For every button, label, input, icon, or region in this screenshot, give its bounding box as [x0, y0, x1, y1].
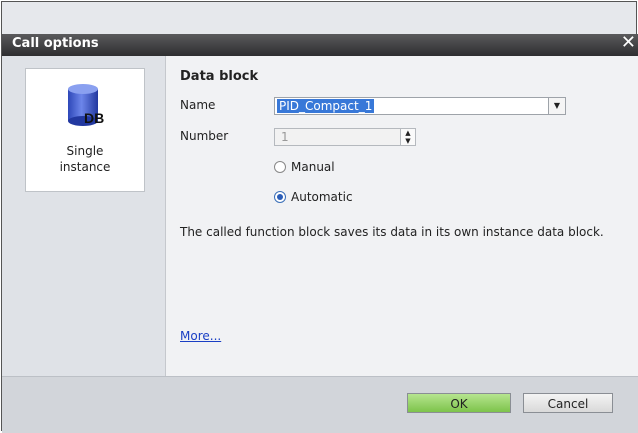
- name-label: Name: [180, 98, 216, 112]
- call-type-pane: DB Single instance: [2, 56, 166, 376]
- dialog-footer: OK Cancel: [2, 376, 638, 433]
- cancel-button[interactable]: Cancel: [523, 393, 613, 413]
- dialog-title: Call options: [12, 36, 99, 51]
- more-link[interactable]: More...: [180, 329, 221, 343]
- dialog-frame: Call options ✕ DB Single instance Data b…: [1, 1, 638, 433]
- radio-automatic[interactable]: Automatic: [274, 190, 353, 204]
- tile-label-line2: instance: [59, 160, 111, 174]
- radio-automatic-circle[interactable]: [274, 191, 286, 203]
- db-icon-text: DB: [84, 110, 104, 126]
- ok-button[interactable]: OK: [407, 393, 511, 413]
- tile-label: Single instance: [26, 143, 144, 175]
- name-combobox[interactable]: PID_Compact_1 ▼: [274, 97, 566, 115]
- number-label: Number: [180, 129, 229, 143]
- number-stepper[interactable]: 1 ▲ ▼: [274, 128, 416, 146]
- radio-manual[interactable]: Manual: [274, 160, 335, 174]
- description-text: The called function block saves its data…: [180, 225, 604, 239]
- single-instance-option[interactable]: DB Single instance: [25, 68, 145, 192]
- section-heading: Data block: [180, 69, 259, 84]
- radio-manual-circle[interactable]: [274, 161, 286, 173]
- name-value: PID_Compact_1: [277, 99, 375, 113]
- tile-label-line1: Single: [66, 144, 104, 158]
- radio-manual-label: Manual: [291, 160, 335, 174]
- dialog-titlebar: Call options ✕: [2, 32, 638, 56]
- radio-automatic-label: Automatic: [291, 190, 353, 204]
- data-block-pane: Data block Name PID_Compact_1 ▼ Number 1…: [166, 56, 638, 376]
- chevron-down-icon[interactable]: ▼: [548, 98, 565, 114]
- database-icon: DB: [68, 84, 104, 126]
- spinner-icon[interactable]: ▲ ▼: [400, 129, 415, 145]
- number-value: 1: [281, 130, 289, 144]
- close-icon[interactable]: ✕: [621, 32, 636, 53]
